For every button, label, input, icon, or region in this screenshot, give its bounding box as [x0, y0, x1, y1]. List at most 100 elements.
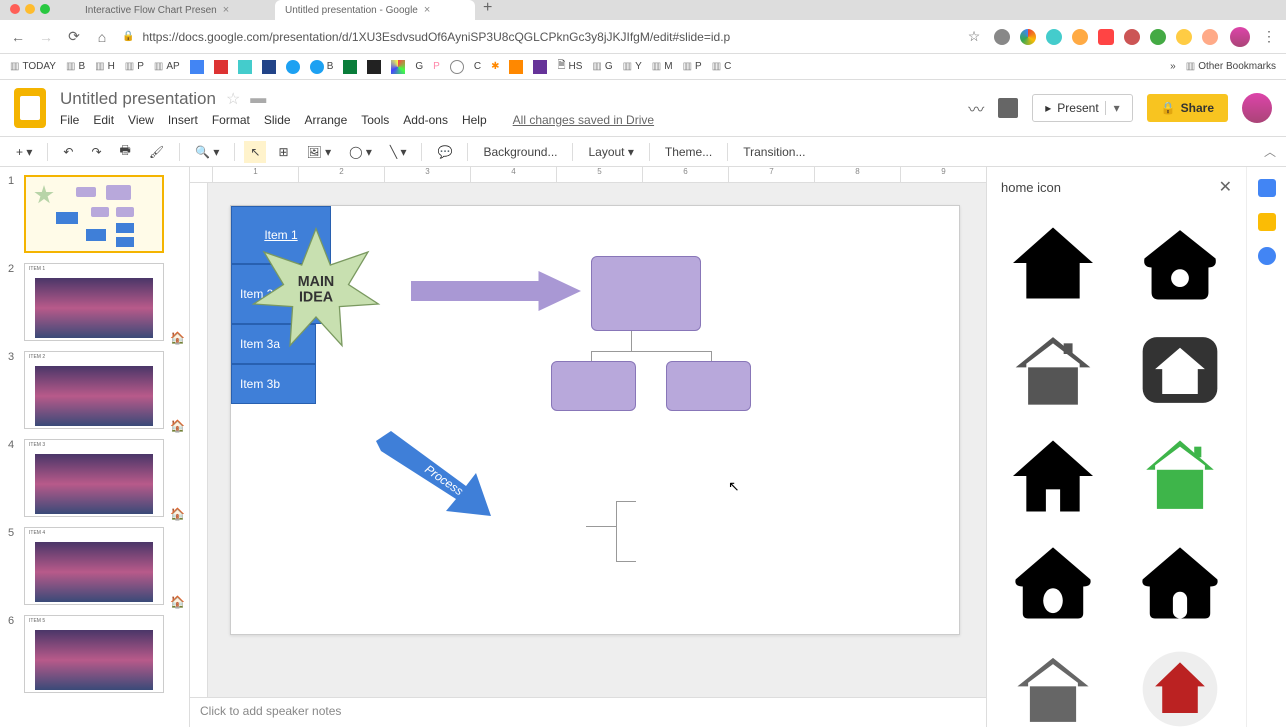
- slides-logo-icon[interactable]: [14, 88, 46, 128]
- explore-result[interactable]: [1120, 639, 1241, 727]
- bookmark-item[interactable]: ▥P: [683, 61, 702, 72]
- bookmark-overflow[interactable]: »: [1170, 61, 1176, 72]
- menu-format[interactable]: Format: [212, 113, 250, 127]
- bookmark-item[interactable]: [533, 60, 547, 74]
- slide-thumb[interactable]: 5 ITEM 4 🏠: [8, 527, 181, 605]
- slide-thumb[interactable]: 3 ITEM 2 🏠: [8, 351, 181, 429]
- close-tab-icon[interactable]: ×: [424, 4, 430, 16]
- line-tool[interactable]: ╲ ▾: [384, 141, 413, 163]
- star-shape[interactable]: MAIN IDEA: [251, 226, 381, 356]
- extension-icon[interactable]: [1098, 29, 1114, 45]
- textbox-tool[interactable]: ⊞: [272, 141, 294, 163]
- bookmark-item[interactable]: ▥C: [712, 61, 732, 72]
- new-slide-button[interactable]: + ▾: [10, 141, 38, 163]
- bookmark-item[interactable]: ▥B: [66, 61, 85, 72]
- comments-icon[interactable]: [998, 98, 1018, 118]
- process-arrow[interactable]: Process: [376, 431, 496, 521]
- bookmark-item[interactable]: [509, 60, 523, 74]
- explore-result[interactable]: [1120, 426, 1241, 526]
- menu-addons[interactable]: Add-ons: [403, 113, 448, 127]
- browser-tab[interactable]: Untitled presentation - Google×: [275, 0, 475, 20]
- slide-thumb[interactable]: 1: [8, 175, 181, 253]
- present-dropdown-icon[interactable]: ▾: [1105, 101, 1120, 115]
- star-bookmark-icon[interactable]: ☆: [966, 28, 982, 45]
- arrow-shape[interactable]: [411, 271, 581, 311]
- collapse-toolbar-icon[interactable]: ︿: [1264, 143, 1276, 160]
- bookmark-item[interactable]: [450, 60, 464, 74]
- share-button[interactable]: 🔒Share: [1147, 94, 1228, 122]
- new-tab-button[interactable]: +: [475, 0, 500, 20]
- purple-box[interactable]: [666, 361, 751, 411]
- move-folder-icon[interactable]: ▬: [250, 90, 266, 108]
- explore-result[interactable]: [1120, 319, 1241, 419]
- transition-button[interactable]: Transition...: [737, 141, 811, 163]
- slide-canvas[interactable]: MAIN IDEA Item 1: [230, 205, 960, 635]
- layout-button[interactable]: Layout ▾: [582, 141, 639, 163]
- bookmark-item[interactable]: [262, 60, 276, 74]
- bookmark-item[interactable]: G: [415, 61, 423, 72]
- purple-box[interactable]: [591, 256, 701, 331]
- tasks-icon[interactable]: [1258, 247, 1276, 265]
- slide-thumb[interactable]: 6 ITEM 5: [8, 615, 181, 693]
- menu-help[interactable]: Help: [462, 113, 487, 127]
- close-tab-icon[interactable]: ×: [223, 4, 229, 16]
- explore-result[interactable]: [993, 319, 1114, 419]
- slide-thumb[interactable]: 4 ITEM 3 🏠: [8, 439, 181, 517]
- bookmark-item[interactable]: [391, 60, 405, 74]
- browser-menu-icon[interactable]: ⋮: [1262, 28, 1276, 45]
- bookmark-item[interactable]: [343, 60, 357, 74]
- theme-button[interactable]: Theme...: [659, 141, 718, 163]
- explore-result[interactable]: [993, 532, 1114, 632]
- other-bookmarks[interactable]: ▥Other Bookmarks: [1186, 61, 1276, 72]
- bookmark-item[interactable]: ▥TODAY: [10, 61, 56, 72]
- print-button[interactable]: 🖶: [114, 137, 137, 166]
- background-button[interactable]: Background...: [477, 141, 563, 163]
- extension-icon[interactable]: [1176, 29, 1192, 45]
- bookmark-item[interactable]: ▥P: [125, 61, 144, 72]
- activity-icon[interactable]: 〰: [968, 96, 984, 120]
- comment-button[interactable]: 💬: [431, 141, 458, 163]
- explore-result[interactable]: [1120, 213, 1241, 313]
- reload-icon[interactable]: ⟳: [66, 28, 82, 45]
- menu-tools[interactable]: Tools: [361, 113, 389, 127]
- bookmark-item[interactable]: [238, 60, 252, 74]
- bookmark-item[interactable]: [286, 60, 300, 74]
- profile-avatar[interactable]: [1230, 27, 1250, 47]
- bookmark-item[interactable]: C: [474, 61, 481, 72]
- menu-slide[interactable]: Slide: [264, 113, 291, 127]
- bookmark-item[interactable]: ✱: [491, 61, 499, 72]
- bookmark-item[interactable]: [190, 60, 204, 74]
- menu-edit[interactable]: Edit: [93, 113, 114, 127]
- slide-thumb[interactable]: 2 ITEM 1 🏠: [8, 263, 181, 341]
- extension-icon[interactable]: [1072, 29, 1088, 45]
- bookmark-item[interactable]: [214, 60, 228, 74]
- explore-query[interactable]: home icon: [1001, 180, 1061, 195]
- shape-tool[interactable]: ◯ ▾: [343, 141, 378, 163]
- speaker-notes[interactable]: Click to add speaker notes: [190, 697, 986, 727]
- bookmark-item[interactable]: ▥G: [592, 61, 612, 72]
- menu-view[interactable]: View: [128, 113, 154, 127]
- home-icon[interactable]: ⌂: [94, 29, 110, 45]
- extension-icon[interactable]: [1124, 29, 1140, 45]
- bookmark-item[interactable]: [367, 60, 381, 74]
- menu-arrange[interactable]: Arrange: [305, 113, 348, 127]
- bookmark-item[interactable]: ▥AP: [154, 61, 180, 72]
- url-bar[interactable]: 🔒 https://docs.google.com/presentation/d…: [122, 30, 954, 44]
- bookmark-item[interactable]: ▥Y: [623, 61, 642, 72]
- undo-button[interactable]: ↶: [57, 141, 79, 163]
- slide-canvas-area[interactable]: MAIN IDEA Item 1: [208, 183, 986, 697]
- purple-box[interactable]: [551, 361, 636, 411]
- document-title[interactable]: Untitled presentation: [60, 89, 216, 109]
- explore-result[interactable]: [993, 213, 1114, 313]
- browser-tab[interactable]: Interactive Flow Chart Presen×: [75, 0, 275, 20]
- calendar-icon[interactable]: [1258, 179, 1276, 197]
- present-button[interactable]: ▸Present▾: [1032, 94, 1132, 122]
- bookmark-item[interactable]: P: [433, 61, 440, 72]
- zoom-button[interactable]: 🔍 ▾: [189, 141, 225, 163]
- extension-icon[interactable]: [994, 29, 1010, 45]
- back-icon[interactable]: ←: [10, 29, 26, 45]
- item3b-box[interactable]: Item 3b: [231, 364, 316, 404]
- bookmark-item[interactable]: 🗎 HS: [557, 58, 582, 75]
- close-explore-icon[interactable]: ✕: [1219, 177, 1232, 197]
- account-avatar[interactable]: [1242, 93, 1272, 123]
